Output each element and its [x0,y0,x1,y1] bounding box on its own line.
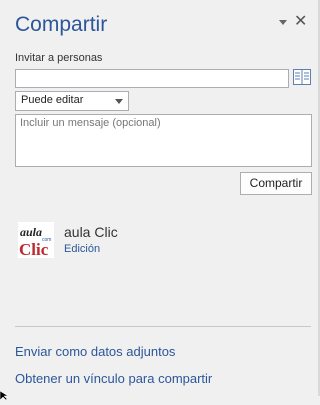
invite-label: Invitar a personas [15,52,103,64]
share-button[interactable]: Compartir [240,172,312,195]
address-book-icon[interactable] [293,69,311,85]
chevron-down-icon[interactable] [279,20,287,25]
user-name: aula Clic [64,224,118,240]
share-pane: Compartir ✕ Invitar a personas Puede edi… [0,0,320,401]
message-placeholder: Incluir un mensaje (opcional) [20,117,161,129]
chevron-down-icon [115,99,123,104]
avatar: aula com Clic [18,222,54,259]
logo-text-bottom: Clic [19,240,49,258]
message-field[interactable]: Incluir un mensaje (opcional) [15,114,312,167]
permission-select[interactable]: Puede editar [15,91,129,111]
pane-title: Compartir [15,13,108,36]
send-as-attachment-link[interactable]: Enviar como datos adjuntos [15,344,175,359]
user-permission-link[interactable]: Edición [64,243,100,255]
close-icon[interactable]: ✕ [294,12,307,32]
permission-selected: Puede editar [21,94,84,106]
divider [15,326,311,327]
get-sharing-link[interactable]: Obtener un vínculo para compartir [15,371,212,386]
mouse-pointer-icon [0,387,10,401]
invite-input[interactable] [15,69,289,88]
logo-text-top: aula [20,225,42,239]
